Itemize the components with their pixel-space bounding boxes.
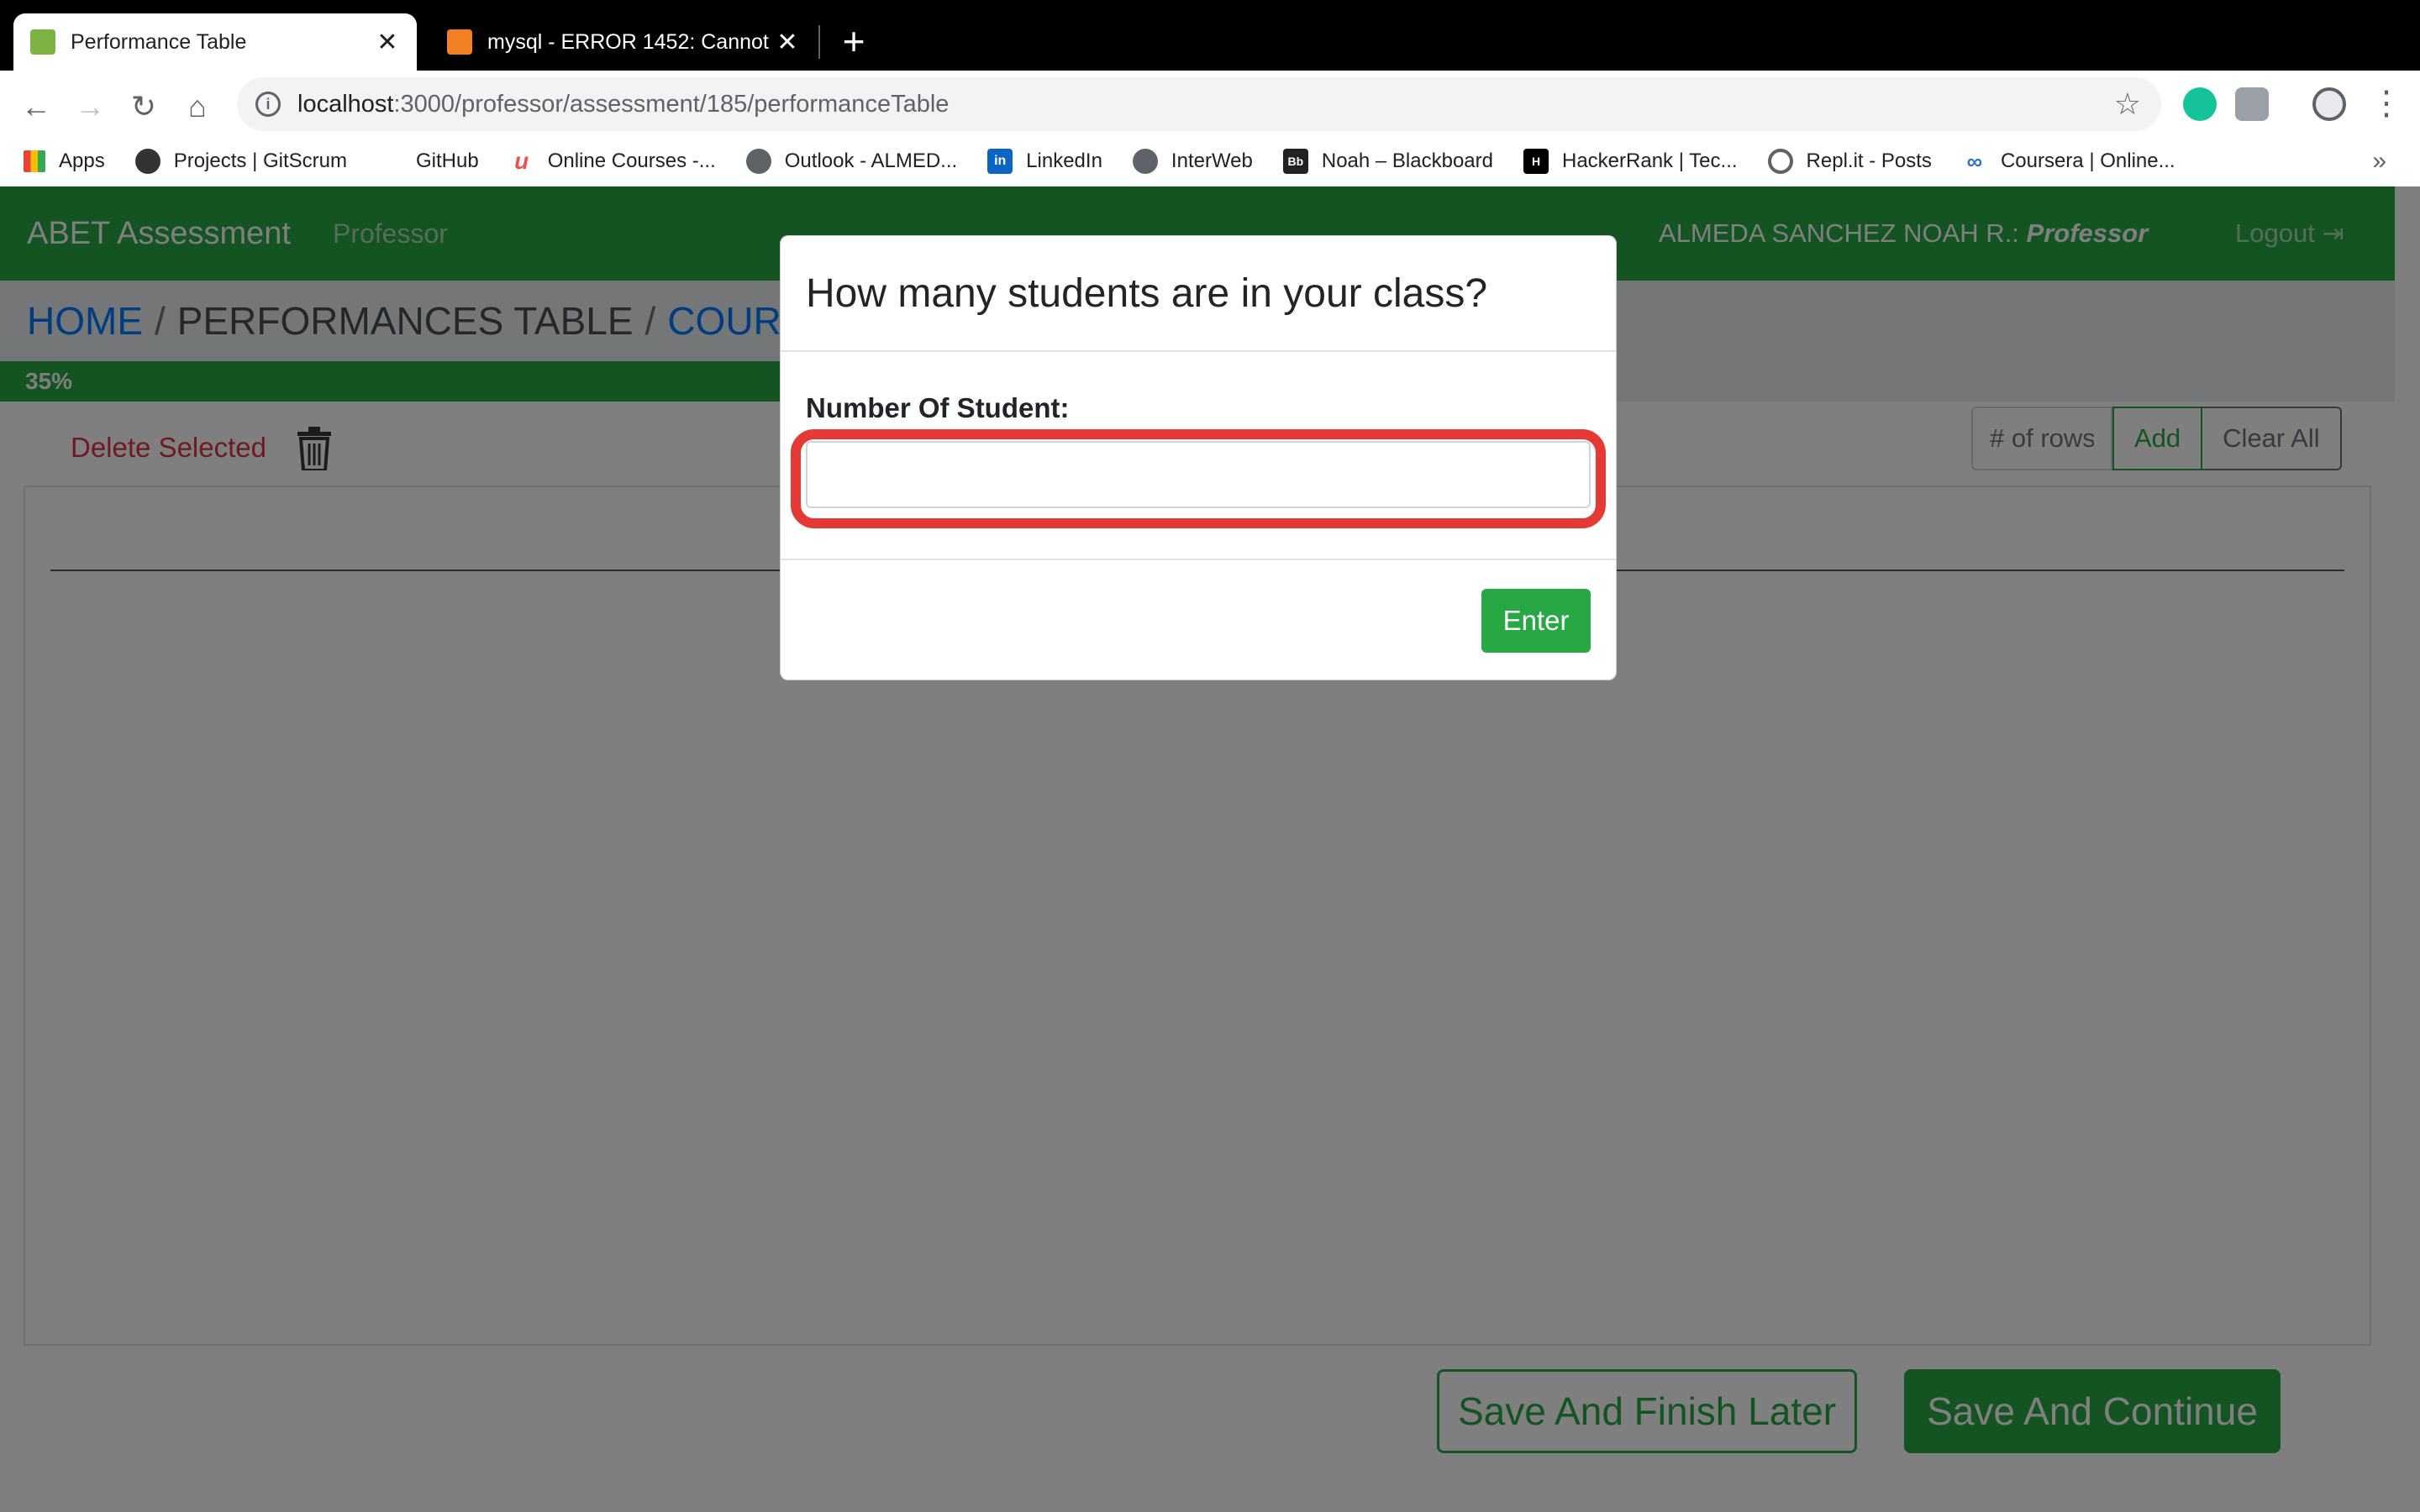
- bookmarks-overflow-icon[interactable]: »: [2372, 147, 2386, 176]
- page-content: ABET Assessment Professor ALMEDA SANCHEZ…: [0, 186, 2420, 1512]
- forward-arrow-icon[interactable]: →: [69, 86, 111, 128]
- new-tab-icon[interactable]: +: [837, 18, 871, 64]
- tab-title: Performance Table: [71, 29, 247, 54]
- bookmark-label: LinkedIn: [1026, 150, 1102, 172]
- bookmark-label: Projects | GitScrum: [173, 150, 347, 172]
- gitscrum-icon: [134, 149, 160, 174]
- bookmark-linkedin[interactable]: in LinkedIn: [987, 149, 1102, 174]
- bookmark-label: Repl.it - Posts: [1806, 150, 1932, 172]
- browser-toolbar: ← → ↻ ⌂ i localhost:3000/professor/asses…: [0, 71, 2420, 200]
- bookmark-coursera[interactable]: ∞ Coursera | Online...: [1962, 149, 2175, 174]
- bookmark-label: Outlook - ALMED...: [784, 150, 958, 172]
- browser-menu-icon[interactable]: ⋮: [2370, 84, 2403, 123]
- url-host: localhost: [297, 90, 394, 118]
- bookmarks-bar: Apps Projects | GitScrum GitHub u Online…: [0, 136, 2420, 186]
- blackboard-icon: Bb: [1282, 149, 1308, 174]
- bookmark-apps[interactable]: Apps: [24, 150, 105, 173]
- tab-separator: [818, 25, 820, 59]
- modal-title: How many students are in your class?: [806, 270, 1488, 316]
- tab-title: mysql - ERROR 1452: Cannot a: [487, 29, 775, 54]
- bookmark-star-icon[interactable]: ☆: [2114, 87, 2141, 122]
- stackoverflow-favicon-icon: [447, 29, 472, 55]
- number-of-student-input[interactable]: [806, 441, 1591, 508]
- github-icon: [376, 149, 402, 174]
- back-arrow-icon[interactable]: ←: [15, 86, 57, 128]
- udemy-icon: u: [514, 148, 529, 174]
- tab-mysql-error[interactable]: mysql - ERROR 1452: Cannot a ✕: [430, 13, 817, 71]
- hackerrank-icon: H: [1523, 149, 1549, 174]
- number-of-student-label: Number Of Student:: [806, 392, 1070, 423]
- tab-close-icon[interactable]: ✕: [775, 28, 800, 57]
- globe-icon: [745, 149, 771, 174]
- bookmark-label: Noah – Blackboard: [1321, 150, 1493, 172]
- tab-close-icon[interactable]: ✕: [375, 28, 400, 57]
- home-icon[interactable]: ⌂: [176, 86, 218, 128]
- url-path: :3000/professor/assessment/185/performan…: [393, 90, 950, 118]
- modal-header: How many students are in your class?: [781, 236, 1616, 352]
- bookmark-label: Coursera | Online...: [2000, 150, 2175, 172]
- enter-button[interactable]: Enter: [1481, 589, 1591, 653]
- app-favicon-icon: [30, 29, 55, 55]
- extension-icon[interactable]: [2235, 87, 2269, 121]
- coursera-icon: ∞: [1966, 148, 1983, 174]
- site-info-icon[interactable]: i: [255, 92, 281, 117]
- reload-icon[interactable]: ↻: [123, 86, 165, 128]
- bookmark-blackboard[interactable]: Bb Noah – Blackboard: [1282, 149, 1493, 174]
- address-bar[interactable]: i localhost:3000/professor/assessment/18…: [237, 77, 2161, 131]
- bookmark-label: GitHub: [415, 150, 479, 172]
- grammarly-extension-icon[interactable]: [2183, 87, 2217, 121]
- tab-performance-table[interactable]: Performance Table ✕: [13, 13, 417, 71]
- bookmark-gitscrum[interactable]: Projects | GitScrum: [134, 149, 347, 174]
- bookmark-udemy[interactable]: u Online Courses -...: [509, 148, 716, 174]
- bookmark-label: Online Courses -...: [547, 150, 716, 172]
- student-count-modal: How many students are in your class? Num…: [780, 235, 1617, 680]
- profile-avatar-icon[interactable]: [2312, 87, 2346, 121]
- linkedin-icon: in: [987, 149, 1013, 174]
- replit-icon: [1767, 149, 1793, 174]
- browser-tab-strip: Performance Table ✕ mysql - ERROR 1452: …: [0, 0, 2420, 71]
- bookmark-outlook[interactable]: Outlook - ALMED...: [745, 149, 958, 174]
- bookmark-replit[interactable]: Repl.it - Posts: [1767, 149, 1932, 174]
- bookmark-github[interactable]: GitHub: [376, 149, 479, 174]
- bookmark-hackerrank[interactable]: H HackerRank | Tec...: [1523, 149, 1738, 174]
- bookmark-label: Apps: [59, 150, 105, 172]
- modal-footer: Enter: [781, 559, 1616, 681]
- bookmark-interweb[interactable]: InterWeb: [1132, 149, 1253, 174]
- bookmark-label: HackerRank | Tec...: [1562, 150, 1738, 172]
- apps-grid-icon: [24, 150, 45, 172]
- bookmark-label: InterWeb: [1171, 150, 1253, 172]
- globe-icon: [1132, 149, 1158, 174]
